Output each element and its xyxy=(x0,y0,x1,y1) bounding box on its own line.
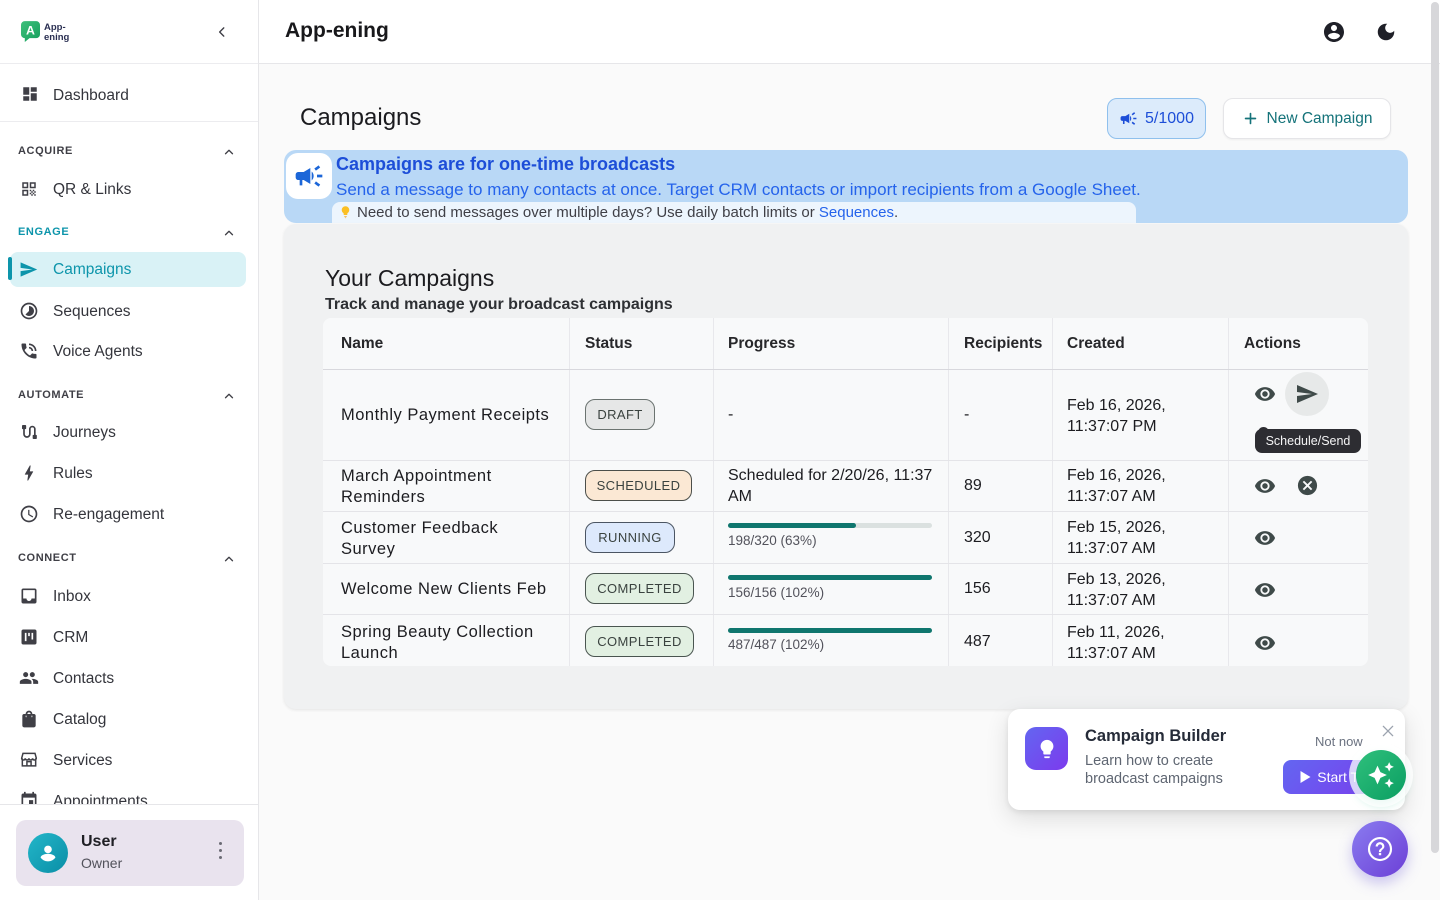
svg-text:A: A xyxy=(26,23,35,37)
